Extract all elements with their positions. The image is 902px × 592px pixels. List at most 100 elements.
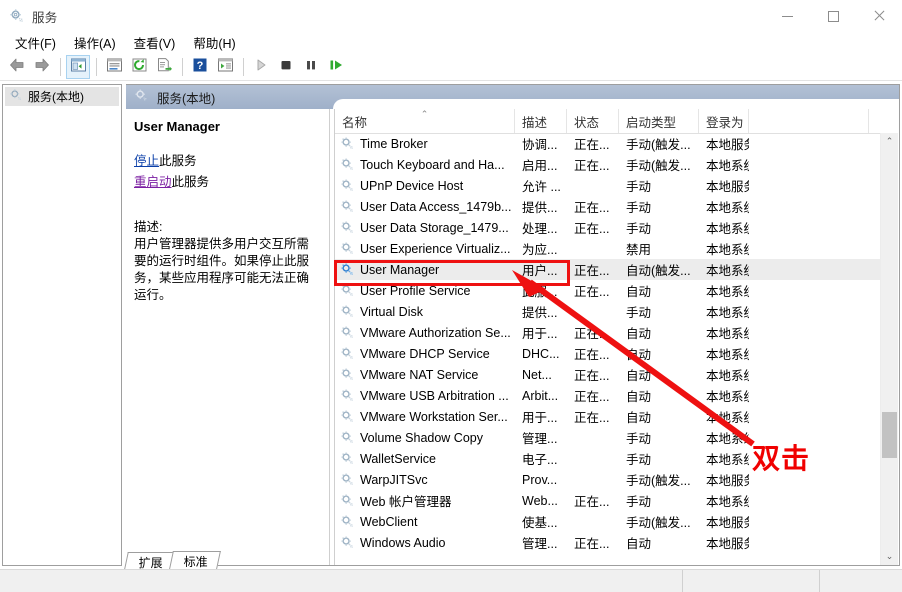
- table-row[interactable]: Web 帐户管理器Web...正在...手动本地系统: [335, 490, 898, 511]
- sort-ascending-icon: ⌃: [421, 109, 429, 120]
- show-hide-console-tree-button[interactable]: [213, 55, 237, 79]
- tab-extended[interactable]: 扩展: [124, 552, 176, 569]
- service-gear-icon: [340, 157, 355, 172]
- restart-service-button[interactable]: [324, 55, 348, 79]
- service-gear-icon: [340, 283, 355, 298]
- service-name-label: VMware USB Arbitration ...: [360, 389, 509, 403]
- service-name-label: VMware DHCP Service: [360, 347, 490, 361]
- cell-startup: 手动: [619, 197, 699, 216]
- start-service-button[interactable]: [249, 55, 273, 79]
- column-header-启动类型[interactable]: 启动类型: [619, 109, 699, 133]
- menu-action[interactable]: 操作(A): [65, 31, 125, 54]
- column-header-状态[interactable]: 状态: [567, 109, 619, 133]
- column-header-登录为[interactable]: 登录为: [699, 109, 749, 133]
- menu-help[interactable]: 帮助(H): [184, 31, 244, 54]
- table-row[interactable]: UPnP Device Host允许 ...手动本地服务: [335, 175, 898, 196]
- cell-name: Touch Keyboard and Ha...: [335, 157, 515, 172]
- help-icon: ?: [192, 57, 208, 76]
- pause-service-button[interactable]: [299, 55, 323, 79]
- restart-service-link-row[interactable]: 重启动此服务: [134, 171, 318, 190]
- minimize-button[interactable]: [764, 0, 810, 32]
- service-gear-icon: [340, 367, 355, 382]
- scroll-up-button[interactable]: ⌃: [881, 133, 898, 150]
- service-gear-icon: [340, 472, 355, 487]
- table-row[interactable]: WalletService电子...手动本地系统: [335, 448, 898, 469]
- table-row[interactable]: VMware NAT ServiceNet...正在...自动本地系统: [335, 364, 898, 385]
- table-row[interactable]: Windows Audio管理...正在...自动本地服务: [335, 532, 898, 553]
- column-header-label: 名称: [342, 112, 367, 131]
- stop-service-link[interactable]: 停止: [134, 154, 159, 168]
- cell-logon: 本地系统: [699, 197, 749, 216]
- table-row[interactable]: WebClient使基...手动(触发...本地服务: [335, 511, 898, 532]
- help-button[interactable]: ?: [188, 55, 212, 79]
- menu-view[interactable]: 查看(V): [125, 31, 185, 54]
- cell-name: WalletService: [335, 451, 515, 466]
- table-row[interactable]: User Data Storage_1479...处理...正在...手动本地系…: [335, 217, 898, 238]
- maximize-button[interactable]: [810, 0, 856, 32]
- export-list-button[interactable]: [152, 55, 176, 79]
- service-name-label: User Data Storage_1479...: [360, 221, 509, 235]
- cell-desc: 为应...: [515, 239, 567, 258]
- service-name-label: WebClient: [360, 515, 417, 529]
- cell-name: UPnP Device Host: [335, 178, 515, 193]
- table-row[interactable]: User Profile Service此服...正在...自动本地系统: [335, 280, 898, 301]
- service-gear-icon: [340, 514, 355, 529]
- scrollbar-thumb[interactable]: [882, 412, 897, 458]
- restart-service-link[interactable]: 重启动: [134, 175, 172, 189]
- vertical-scrollbar[interactable]: ⌃ ⌄: [880, 133, 898, 565]
- column-header-blank[interactable]: [749, 109, 869, 133]
- forward-button[interactable]: [30, 55, 54, 79]
- stop-service-link-row[interactable]: 停止此服务: [134, 150, 318, 169]
- table-row[interactable]: VMware Workstation Ser...用于...正在...自动本地系…: [335, 406, 898, 427]
- table-row[interactable]: VMware USB Arbitration ...Arbit...正在...自…: [335, 385, 898, 406]
- service-gear-icon: [340, 430, 355, 445]
- table-row[interactable]: Volume Shadow Copy管理...手动本地系统: [335, 427, 898, 448]
- column-header-label: 启动类型: [626, 112, 676, 131]
- column-header-label: 登录为: [706, 112, 744, 131]
- column-header-名称[interactable]: 名称 ⌃: [335, 109, 515, 133]
- table-row[interactable]: User Manager用户...正在...自动(触发...本地系统: [335, 259, 898, 280]
- table-row[interactable]: VMware Authorization Se...用于...正在...自动本地…: [335, 322, 898, 343]
- cell-name: VMware Workstation Ser...: [335, 409, 515, 424]
- column-header-描述[interactable]: 描述: [515, 109, 567, 133]
- forward-icon: [33, 57, 51, 76]
- cell-logon: 本地服务: [699, 533, 749, 552]
- back-button[interactable]: [5, 55, 29, 79]
- table-row[interactable]: VMware DHCP ServiceDHC...正在...自动本地系统: [335, 343, 898, 364]
- service-detail-panel: User Manager 停止此服务 重启动此服务 描述: 用户管理器提供多用户…: [126, 109, 329, 565]
- table-row[interactable]: Virtual Disk提供...手动本地系统: [335, 301, 898, 322]
- service-name-label: User Manager: [360, 263, 439, 277]
- service-name-label: VMware NAT Service: [360, 368, 478, 382]
- properties-button[interactable]: [102, 55, 126, 79]
- menu-file[interactable]: 文件(F): [6, 31, 65, 54]
- content-pane: 服务(本地) User Manager 停止此服务 重启动此服务 描述: 用户管…: [126, 84, 900, 566]
- table-row[interactable]: Touch Keyboard and Ha...启用...正在...手动(触发.…: [335, 154, 898, 175]
- service-gear-icon: [340, 325, 355, 340]
- cell-name: Windows Audio: [335, 535, 515, 550]
- cell-name: Time Broker: [335, 136, 515, 151]
- cell-startup: 手动: [619, 428, 699, 447]
- scroll-down-button[interactable]: ⌄: [881, 548, 898, 565]
- service-name-label: UPnP Device Host: [360, 179, 463, 193]
- table-row[interactable]: User Experience Virtualiz...为应...禁用本地系统: [335, 238, 898, 259]
- cell-logon: 本地系统: [699, 407, 749, 426]
- cell-desc: 用户...: [515, 260, 567, 279]
- show-tree-button[interactable]: [66, 55, 90, 79]
- service-name-label: Windows Audio: [360, 536, 445, 550]
- stop-service-button[interactable]: [274, 55, 298, 79]
- toolbar-separator: [243, 58, 244, 76]
- refresh-button[interactable]: [127, 55, 151, 79]
- tree-item-services-local[interactable]: 服务(本地): [5, 87, 119, 106]
- table-row[interactable]: WarpJITSvcProv...手动(触发...本地服务: [335, 469, 898, 490]
- show-tree-icon: [70, 57, 87, 76]
- list-body: Time Broker协调...正在...手动(触发...本地服务Touch K…: [335, 133, 898, 565]
- table-row[interactable]: Time Broker协调...正在...手动(触发...本地服务: [335, 133, 898, 154]
- table-row[interactable]: User Data Access_1479b...提供...正在...手动本地系…: [335, 196, 898, 217]
- close-button[interactable]: [856, 0, 902, 32]
- cell-startup: 手动: [619, 449, 699, 468]
- toolbar-separator: [182, 58, 183, 76]
- service-name-label: Web 帐户管理器: [360, 491, 451, 510]
- tab-standard[interactable]: 标准: [169, 551, 221, 569]
- service-gear-icon: [340, 451, 355, 466]
- cell-startup: 手动(触发...: [619, 134, 699, 153]
